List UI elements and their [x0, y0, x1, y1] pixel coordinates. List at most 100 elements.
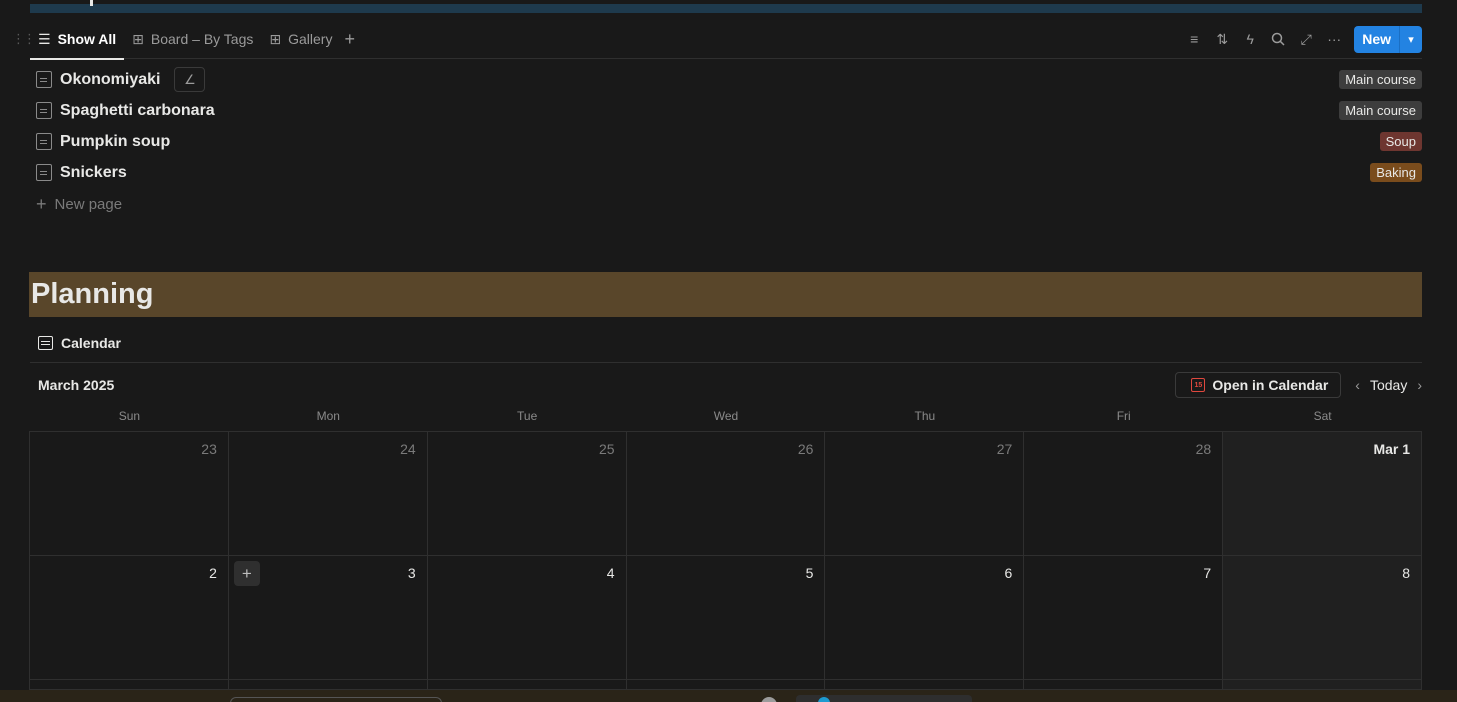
calendar-day-cell[interactable]: 5 [626, 556, 826, 680]
calendar-day-cell[interactable]: + 3 [228, 556, 428, 680]
calendar-week: 23 24 25 26 27 28 Mar 1 [30, 432, 1423, 556]
weekday-label: Wed [713, 409, 739, 423]
calendar-day-cell[interactable] [825, 680, 1025, 690]
calendar-view-bar: Calendar [30, 324, 1422, 363]
calendar-day-cell[interactable] [427, 680, 627, 690]
chevron-left-icon[interactable]: ‹ [1355, 377, 1360, 393]
calendar-day-cell[interactable] [30, 680, 229, 690]
page-title[interactable]: Snickers [60, 164, 127, 182]
weekday-label: Fri [1116, 409, 1131, 423]
tab-board-by-tags[interactable]: ⊞ Board – By Tags [124, 20, 261, 59]
calendar-day-cell[interactable]: 6 [825, 556, 1025, 680]
taskbar-search[interactable] [230, 697, 442, 702]
sort-icon[interactable]: ⇅ [1208, 25, 1236, 53]
taskbar [0, 690, 1457, 702]
calendar-day-cell[interactable]: Mar 1 [1223, 432, 1423, 556]
day-number: 7 [1203, 565, 1212, 581]
day-number: 26 [797, 441, 814, 457]
calendar-day-cell[interactable]: 26 [626, 432, 826, 556]
calendar-icon [38, 336, 53, 350]
taskbar-app-icon[interactable] [761, 697, 777, 702]
calendar-day-cell[interactable]: 24 [228, 432, 428, 556]
tab-gallery[interactable]: ⊞ Gallery [261, 20, 340, 59]
calendar-day-cell[interactable]: 7 [1024, 556, 1224, 680]
page-icon [36, 164, 52, 181]
weekday-label: Thu [914, 409, 936, 423]
database-view-bar: ☰ Show All ⊞ Board – By Tags ⊞ Gallery +… [30, 20, 1422, 60]
plus-icon: + [36, 193, 47, 214]
calendar-week [30, 680, 1423, 690]
new-button-group: New ▾ [1354, 25, 1422, 53]
calendar-nav: ‹ Today › [1355, 377, 1422, 393]
tag-badge: Main course [1339, 70, 1422, 89]
calendar-week: 2 + 3 4 5 6 7 8 [30, 556, 1423, 680]
weekday-label: Mon [316, 409, 340, 423]
tab-label: Calendar [61, 335, 121, 351]
day-number: 27 [996, 441, 1013, 457]
page-icon [36, 133, 52, 150]
month-label: March 2025 [38, 377, 115, 393]
more-icon[interactable]: ··· [1320, 25, 1348, 53]
list-item[interactable]: Spaghetti carbonara Main course [30, 95, 1422, 126]
view-toolbar: ≡ ⇅ ϟ ⤢ ··· New ▾ [1180, 25, 1422, 53]
weekday-label: Tue [517, 409, 538, 423]
weekday-label: Sat [1313, 409, 1332, 423]
day-number: 3 [407, 565, 416, 581]
chevron-down-icon[interactable]: ▾ [1399, 25, 1422, 53]
search-icon[interactable] [1264, 25, 1292, 53]
calendar-day-cell[interactable]: 2 [30, 556, 229, 680]
previous-section-banner [30, 0, 1422, 13]
day-number: 28 [1195, 441, 1212, 457]
calendar-day-cell[interactable] [1024, 680, 1224, 690]
calendar-day-cell[interactable]: 4 [427, 556, 627, 680]
tab-label: Gallery [288, 31, 333, 47]
automation-icon[interactable]: ϟ [1236, 25, 1264, 53]
tab-label: Board – By Tags [150, 31, 254, 47]
open-in-calendar-button[interactable]: 15 Open in Calendar [1175, 372, 1342, 398]
new-page-label: New page [54, 195, 123, 213]
new-button[interactable]: New [1354, 26, 1399, 53]
chevron-right-icon[interactable]: › [1417, 377, 1422, 393]
calendar-day-cell[interactable]: 23 [30, 432, 229, 556]
section-heading: Planning [29, 272, 1422, 317]
calendar-day-cell[interactable]: 25 [427, 432, 627, 556]
calendar-grid: 23 24 25 26 27 28 Mar 1 2 + 3 4 5 6 7 8 [29, 431, 1423, 690]
tab-calendar[interactable]: Calendar [38, 324, 121, 363]
list-item[interactable]: Okonomiyaki ∠ Main course [30, 64, 1422, 95]
day-number: 8 [1402, 565, 1411, 581]
open-in-calendar-label: Open in Calendar [1212, 377, 1329, 393]
calendar-day-cell[interactable] [1223, 680, 1423, 690]
page-title[interactable]: Pumpkin soup [60, 133, 170, 151]
tab-show-all[interactable]: ☰ Show All [30, 20, 125, 60]
calendar-day-cell[interactable] [228, 680, 428, 690]
list-item[interactable]: Pumpkin soup Soup [30, 126, 1422, 157]
weekday-header: Sun Mon Tue Wed Thu Fri Sat [30, 409, 1422, 423]
new-page-button[interactable]: + New page [30, 188, 1422, 220]
tab-label: Show All [57, 31, 117, 47]
edit-icon[interactable]: ∠ [174, 67, 206, 92]
page-title[interactable]: Okonomiyaki [60, 71, 160, 89]
calendar-day-cell[interactable]: 28 [1024, 432, 1224, 556]
page-title[interactable]: Spaghetti carbonara [60, 102, 215, 120]
calendar-day-cell[interactable]: 8 [1223, 556, 1423, 680]
google-calendar-icon: 15 [1191, 378, 1206, 392]
tag-badge: Main course [1339, 101, 1422, 120]
taskbar-window[interactable] [796, 695, 972, 702]
today-button[interactable]: Today [1370, 377, 1407, 393]
calendar-day-cell[interactable] [626, 680, 826, 690]
recipe-list: Okonomiyaki ∠ Main course Spaghetti carb… [30, 64, 1422, 220]
list-item[interactable]: Snickers Baking [30, 157, 1422, 188]
expand-icon[interactable]: ⤢ [1292, 25, 1320, 53]
day-number: 6 [1004, 565, 1013, 581]
page-icon [36, 71, 52, 88]
add-view-icon[interactable]: + [344, 29, 355, 50]
heading-text: Planning [31, 278, 154, 310]
day-number: 23 [201, 441, 217, 457]
day-number: 25 [599, 441, 615, 457]
calendar-header: March 2025 15 Open in Calendar ‹ Today › [30, 370, 1422, 400]
add-event-button[interactable]: + [233, 561, 260, 586]
filter-icon[interactable]: ≡ [1180, 25, 1208, 53]
weekday-label: Sun [118, 409, 141, 423]
calendar-day-cell[interactable]: 27 [825, 432, 1025, 556]
day-number: 2 [209, 565, 217, 581]
